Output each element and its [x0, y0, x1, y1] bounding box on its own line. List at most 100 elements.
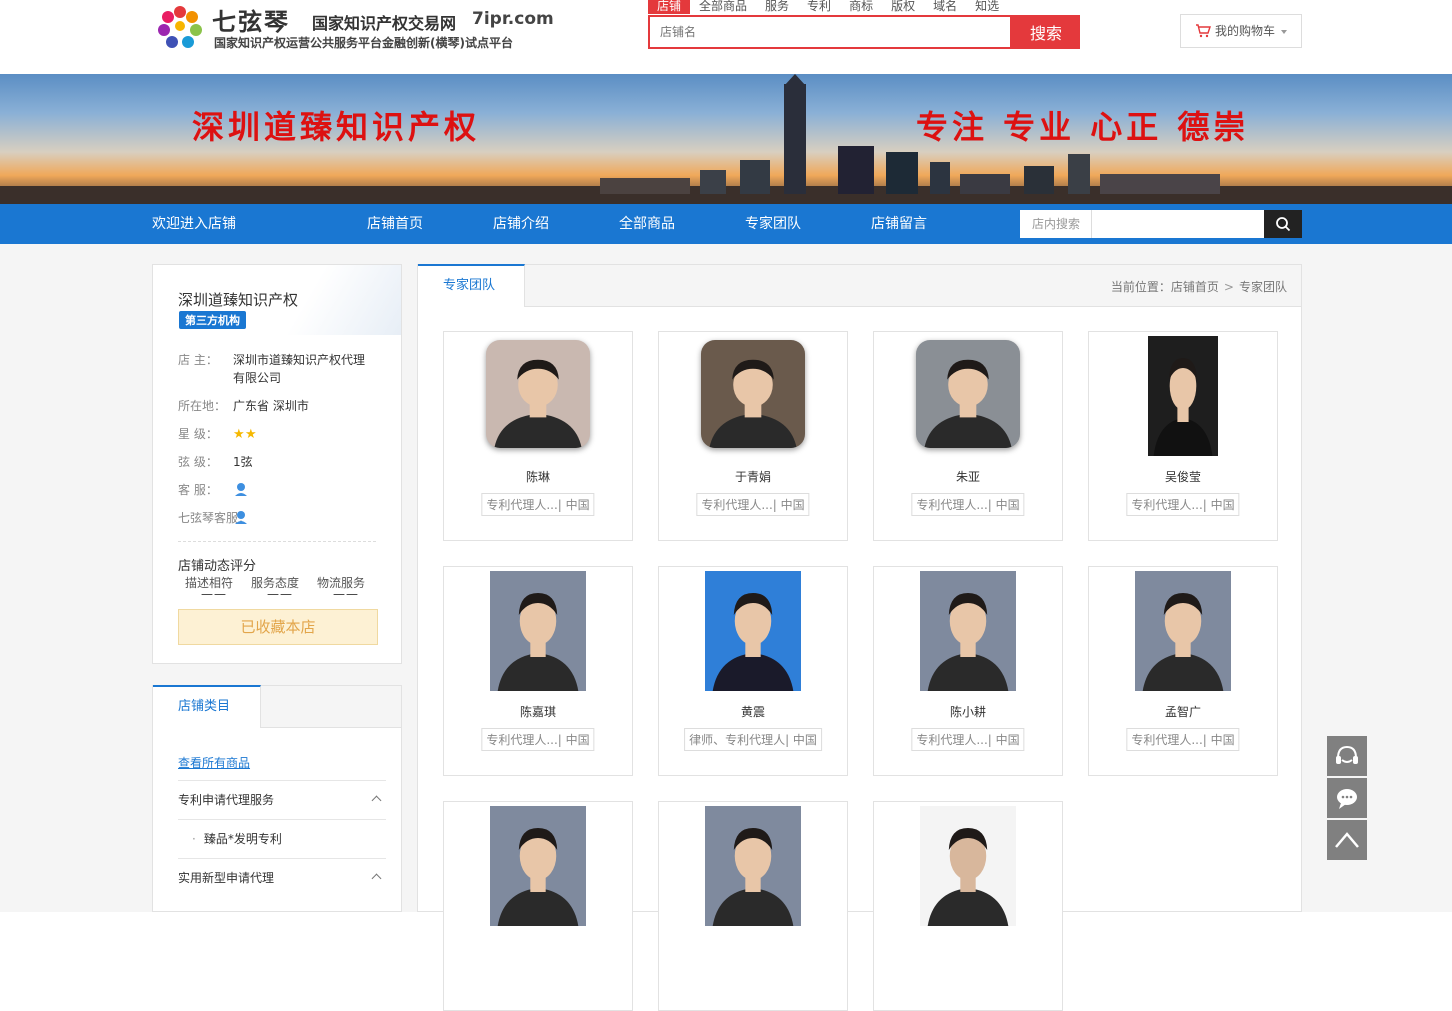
category-label: 专利申请代理服务 — [178, 793, 275, 807]
expert-name[interactable]: 吴俊莹 — [1089, 468, 1277, 485]
banner-slogan: 专注 专业 心正 德崇 — [916, 108, 1250, 146]
shop-xian-value: 1弦 — [233, 455, 253, 469]
expert-photo[interactable] — [490, 806, 586, 926]
expert-tag: 专利代理人...| 中国 — [911, 493, 1025, 516]
expert-tag: 专利代理人...| 中国 — [696, 493, 810, 516]
expert-card[interactable] — [658, 801, 848, 1011]
expert-photo[interactable] — [920, 571, 1016, 691]
expert-name[interactable]: 于青娟 — [659, 468, 847, 485]
tab-shop-categories[interactable]: 店铺类目 — [153, 685, 261, 728]
shop-stars-label: 星 级： — [178, 427, 218, 441]
search-tab-service[interactable]: 服务 — [756, 0, 798, 14]
expert-name[interactable]: 陈嘉琪 — [444, 703, 632, 720]
site-logo[interactable]: 七弦琴 国家知识产权交易网 7ipr.com 国家知识产权运营公共服务平台金融创… — [152, 0, 554, 56]
breadcrumb-prefix: 当前位置： — [1110, 280, 1171, 294]
logo-site-name: 国家知识产权交易网 — [312, 14, 457, 33]
subcategory-label: 臻品*发明专利 — [203, 832, 282, 846]
customer-service-icon[interactable] — [233, 509, 249, 525]
nav-shop-home[interactable]: 店铺首页 — [367, 204, 423, 244]
expert-card[interactable]: 黄震 律师、专利代理人| 中国 — [658, 566, 848, 776]
online-service-button[interactable] — [1327, 736, 1367, 776]
expert-name[interactable]: 朱亚 — [874, 468, 1062, 485]
search-tab-patent[interactable]: 专利 — [798, 0, 840, 14]
expert-photo[interactable] — [701, 340, 805, 448]
expert-photo[interactable] — [916, 340, 1020, 448]
expert-photo[interactable] — [1148, 336, 1218, 456]
expert-photo[interactable] — [920, 806, 1016, 926]
breadcrumb-home[interactable]: 店铺首页 — [1171, 280, 1219, 294]
customer-service-icon[interactable] — [233, 481, 249, 497]
back-to-top-button[interactable] — [1327, 820, 1367, 860]
category-item[interactable]: 专利申请代理服务 — [178, 780, 386, 819]
shop-service-value — [233, 481, 373, 502]
search-tab-all-goods[interactable]: 全部商品 — [690, 0, 756, 14]
nav-shop-message[interactable]: 店铺留言 — [871, 204, 927, 244]
logo-flower-icon — [158, 6, 202, 48]
shop-service-row: 客 服： — [178, 481, 378, 499]
search-tab-shop[interactable]: 店铺 — [648, 0, 691, 14]
site-header: 七弦琴 国家知识产权交易网 7ipr.com 国家知识产权运营公共服务平台金融创… — [0, 0, 1452, 74]
breadcrumb: 当前位置：店铺首页 > 专家团队 — [1111, 278, 1287, 295]
shop-search: 店内搜索 — [1020, 210, 1302, 238]
expert-card[interactable]: 陈嘉琪 专利代理人...| 中国 — [443, 566, 633, 776]
rating-desc-value: —— — [201, 587, 227, 601]
category-item[interactable]: 实用新型申请代理 — [178, 858, 386, 897]
bullet-icon: · — [192, 832, 196, 846]
expert-card[interactable]: 吴俊莹 专利代理人...| 中国 — [1088, 331, 1278, 541]
expert-card[interactable]: 陈小耕 专利代理人...| 中国 — [873, 566, 1063, 776]
shop-stars-row: 星 级： ★★ — [178, 425, 378, 443]
expert-name[interactable]: 黄震 — [659, 703, 847, 720]
search-button[interactable]: 搜索 — [1012, 15, 1080, 49]
expert-name[interactable]: 陈小耕 — [874, 703, 1062, 720]
chevron-down-icon — [1281, 30, 1287, 34]
expert-card[interactable] — [443, 801, 633, 1011]
nav-shop-intro[interactable]: 店铺介绍 — [493, 204, 549, 244]
logo-subtitle: 国家知识产权运营公共服务平台金融创新(横琴)试点平台 — [214, 36, 513, 50]
expert-name[interactable]: 陈琳 — [444, 468, 632, 485]
search-tab-zhixuan[interactable]: 知选 — [966, 0, 1008, 14]
expert-card[interactable]: 朱亚专利代理人...| 中国 — [873, 331, 1063, 541]
message-button[interactable] — [1327, 778, 1367, 818]
shop-name: 深圳道臻知识产权 — [178, 291, 299, 309]
shop-search-input[interactable] — [1092, 210, 1264, 238]
expert-card[interactable]: 于青娟专利代理人...| 中国 — [658, 331, 848, 541]
expert-name[interactable]: 孟智广 — [1089, 703, 1277, 720]
expert-photo[interactable] — [490, 571, 586, 691]
expert-photo[interactable] — [705, 806, 801, 926]
chevron-up-icon — [371, 873, 382, 884]
search-input[interactable] — [650, 17, 1010, 47]
view-all-goods-link[interactable]: 查看所有商品 — [178, 754, 250, 771]
search-tab-copyright[interactable]: 版权 — [882, 0, 924, 14]
shop-categories-card: 店铺类目 查看所有商品 专利申请代理服务 · 臻品*发明专利 实用新型申请代理 — [152, 685, 402, 912]
category-label: 实用新型申请代理 — [178, 871, 275, 885]
banner-shop-name: 深圳道臻知识产权 — [192, 108, 481, 146]
shop-stars-value: ★★ — [233, 425, 373, 443]
expert-tag: 专利代理人...| 中国 — [1126, 728, 1240, 751]
subcategory-item[interactable]: · 臻品*发明专利 — [178, 819, 386, 858]
nav-all-goods[interactable]: 全部商品 — [619, 204, 675, 244]
shop-xian-label: 弦 级： — [178, 455, 218, 469]
search-tab-trademark[interactable]: 商标 — [840, 0, 882, 14]
nav-expert-team[interactable]: 专家团队 — [745, 204, 801, 244]
tab-expert-team[interactable]: 专家团队 — [418, 264, 525, 307]
search-tab-domain[interactable]: 域名 — [924, 0, 966, 14]
cart-icon — [1196, 24, 1211, 38]
cart-button[interactable]: 我的购物车 — [1180, 14, 1302, 48]
cart-label: 我的购物车 — [1215, 24, 1276, 38]
expert-photo[interactable] — [1135, 571, 1231, 691]
shop-location-row: 所在地： 广东省 深圳市 — [178, 397, 378, 415]
expert-tag: 专利代理人...| 中国 — [481, 493, 595, 516]
search-type-tabs: 店铺 全部商品 服务 专利 商标 版权 域名 知选 — [648, 0, 1008, 14]
expert-photo[interactable] — [486, 340, 590, 448]
favorite-shop-button[interactable]: 已收藏本店 — [178, 609, 378, 645]
headset-icon — [1336, 745, 1358, 764]
logo-domain: 7ipr.com — [472, 9, 554, 29]
expert-card[interactable]: 孟智广专利代理人...| 中国 — [1088, 566, 1278, 776]
shop-owner-value: 深圳市道臻知识产权代理有限公司 — [233, 353, 366, 385]
expert-card[interactable]: 陈琳专利代理人...| 中国 — [443, 331, 633, 541]
shop-search-button[interactable] — [1264, 210, 1302, 238]
expert-photo[interactable] — [705, 571, 801, 691]
expert-card[interactable] — [873, 801, 1063, 1011]
breadcrumb-separator-icon: > — [1223, 280, 1234, 294]
shop-owner-row: 店 主： 深圳市道臻知识产权代理有限公司 — [178, 351, 378, 387]
